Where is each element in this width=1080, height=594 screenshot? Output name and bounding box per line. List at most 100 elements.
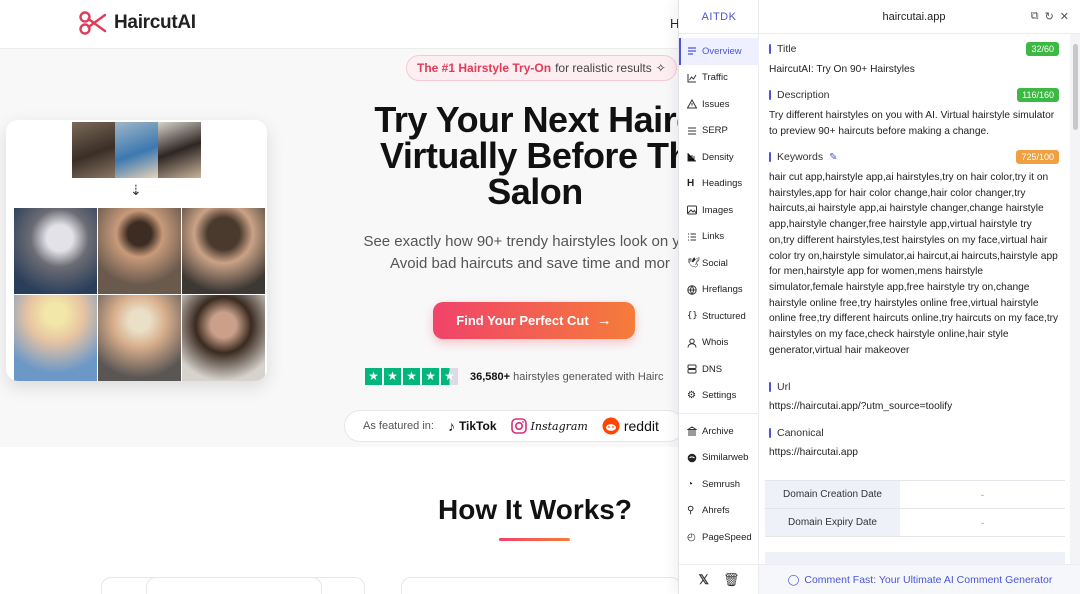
tool-label: Archive — [702, 425, 734, 437]
url-value[interactable]: https://haircutai.app/?utm_source=toolif… — [769, 399, 1059, 415]
tool-item-ahrefs[interactable]: ⚲ Ahrefs — [679, 498, 759, 525]
image-icon — [687, 205, 697, 215]
gear-icon: ⚙ — [687, 390, 696, 402]
menu-label: Links — [702, 231, 725, 243]
result-photo — [14, 208, 97, 294]
site-logo[interactable]: HaircutAI — [78, 10, 196, 36]
refresh-icon[interactable]: ↻ — [1045, 10, 1054, 23]
tiktok-label: TikTok — [458, 419, 497, 433]
links-icon — [688, 233, 696, 241]
globe-icon — [687, 285, 697, 295]
star-icon: ★ — [384, 368, 401, 385]
tiktok-icon: ♪ — [447, 418, 455, 434]
menu-label: Density — [702, 151, 734, 163]
keywords-value: hair cut app,hairstyle app,ai hairstyles… — [769, 172, 1059, 356]
keywords-count-badge: 725/100 — [1016, 150, 1059, 164]
menu-item-whois[interactable]: Whois — [679, 330, 759, 357]
description-value: Try different hairstyles on you with AI.… — [769, 110, 1055, 137]
title-underline — [499, 538, 570, 541]
close-icon[interactable]: ✕ — [1060, 10, 1069, 23]
menu-label: Social — [702, 257, 728, 269]
tool-item-archive[interactable]: Archive — [679, 418, 759, 445]
menu-item-issues[interactable]: Issues — [679, 91, 759, 118]
result-photo — [182, 295, 265, 381]
crop-icon[interactable]: ⧉ — [1031, 10, 1039, 23]
menu-item-headings[interactable]: H Headings — [679, 171, 759, 198]
aitdk-extension-panel: AITDK Overview Traffic Issues SERP Densi… — [678, 0, 1080, 594]
list-icon — [688, 47, 696, 55]
title-count-badge: 32/60 — [1026, 42, 1059, 56]
find-perfect-cut-button[interactable]: Find Your Perfect Cut → — [433, 302, 635, 339]
trash-icon[interactable]: 🗑 — [723, 572, 740, 588]
menu-divider — [679, 413, 759, 414]
section-marker — [769, 428, 771, 438]
step-card — [401, 577, 681, 594]
menu-label: Images — [702, 204, 734, 216]
star-icon: ★ — [422, 368, 439, 385]
row-label: Domain Creation Date — [765, 481, 900, 508]
menu-item-overview[interactable]: Overview — [679, 38, 759, 65]
tool-item-pagespeed[interactable]: ◴ PageSpeed — [679, 524, 759, 551]
section-header: Description 116/160 — [769, 88, 1059, 102]
section-label: Url — [777, 381, 791, 393]
menu-item-hreflangs[interactable]: Hreflangs — [679, 277, 759, 304]
menu-label: Headings — [702, 178, 743, 190]
menu-item-structured[interactable]: {} Structured — [679, 303, 759, 330]
tool-label: Ahrefs — [702, 505, 730, 517]
arrow-down-icon: ⇣ — [130, 182, 142, 198]
header-actions: ⧉ ↻ ✕ — [1031, 10, 1069, 23]
hero-badge: The #1 Hairstyle Try-On for realistic re… — [406, 55, 677, 81]
star-half-icon: ★ — [441, 368, 458, 385]
server-icon — [687, 364, 697, 374]
section-marker — [769, 382, 771, 392]
canonical-section: Canonical https://haircutai.app — [769, 427, 1059, 461]
menu-item-density[interactable]: Density — [679, 144, 759, 171]
menu-item-traffic[interactable]: Traffic — [679, 65, 759, 92]
similarweb-icon — [687, 453, 697, 463]
row-value: - — [981, 489, 984, 500]
menu-item-social[interactable]: 🕊 Social — [679, 250, 759, 277]
current-domain: haircutai.app — [882, 11, 946, 23]
x-twitter-icon[interactable]: 𝕏 — [699, 572, 709, 588]
description-section: Description 116/160 Try different hairst… — [769, 88, 1059, 139]
ext-header: haircutai.app ⧉ ↻ ✕ — [759, 0, 1080, 34]
input-photo — [115, 122, 158, 178]
section-marker — [769, 152, 771, 162]
instagram-label: Instagram — [530, 419, 588, 433]
row-label: Domain Expiry Date — [765, 509, 900, 536]
instagram-icon — [510, 418, 527, 434]
section-marker — [769, 90, 771, 100]
menu-label: Whois — [702, 337, 729, 349]
arrow-right-icon: → — [596, 312, 612, 329]
rating-row: ★ ★ ★ ★ ★ 36,580+ hairstyles generated w… — [365, 368, 664, 385]
instagram-brand: Instagram — [510, 418, 588, 434]
menu-item-dns[interactable]: DNS — [679, 356, 759, 383]
featured-label: As featured in: — [363, 420, 434, 432]
menu-item-links[interactable]: Links — [679, 224, 759, 251]
ext-brand[interactable]: AITDK — [679, 0, 759, 34]
chat-bubble-icon: ◯ — [787, 573, 800, 586]
section-header: Url — [769, 381, 1059, 393]
menu-item-images[interactable]: Images — [679, 197, 759, 224]
tiktok-brand: ♪ TikTok — [448, 418, 497, 434]
rating-count: 36,580+ — [470, 370, 511, 383]
badge-strong-text: The #1 Hairstyle Try-On — [417, 61, 552, 75]
scrollbar-thumb[interactable] — [1073, 44, 1078, 130]
logo-text: HaircutAI — [114, 12, 196, 33]
how-it-works-title: How It Works? — [438, 494, 632, 525]
tool-item-similarweb[interactable]: Similarweb — [679, 445, 759, 472]
section-header: Keywords ✎ 725/100 — [769, 150, 1059, 164]
serp-icon — [688, 127, 696, 135]
menu-item-settings[interactable]: ⚙ Settings — [679, 383, 759, 410]
menu-item-serp[interactable]: SERP — [679, 118, 759, 145]
table-partial-row — [765, 552, 1065, 564]
table-row: Domain Creation Date - — [765, 481, 1065, 509]
reddit-brand: reddit — [602, 417, 659, 435]
promo-footer[interactable]: ◯ Comment Fast: Your Ultimate AI Comment… — [759, 564, 1080, 594]
canonical-value[interactable]: https://haircutai.app — [769, 445, 1059, 461]
magic-wand-icon[interactable]: ✎ — [829, 152, 837, 163]
tool-item-semrush[interactable]: ◔ Semrush — [679, 471, 759, 498]
step-card — [146, 577, 322, 594]
menu-label: Structured — [702, 310, 746, 322]
menu-label: Issues — [702, 98, 730, 110]
